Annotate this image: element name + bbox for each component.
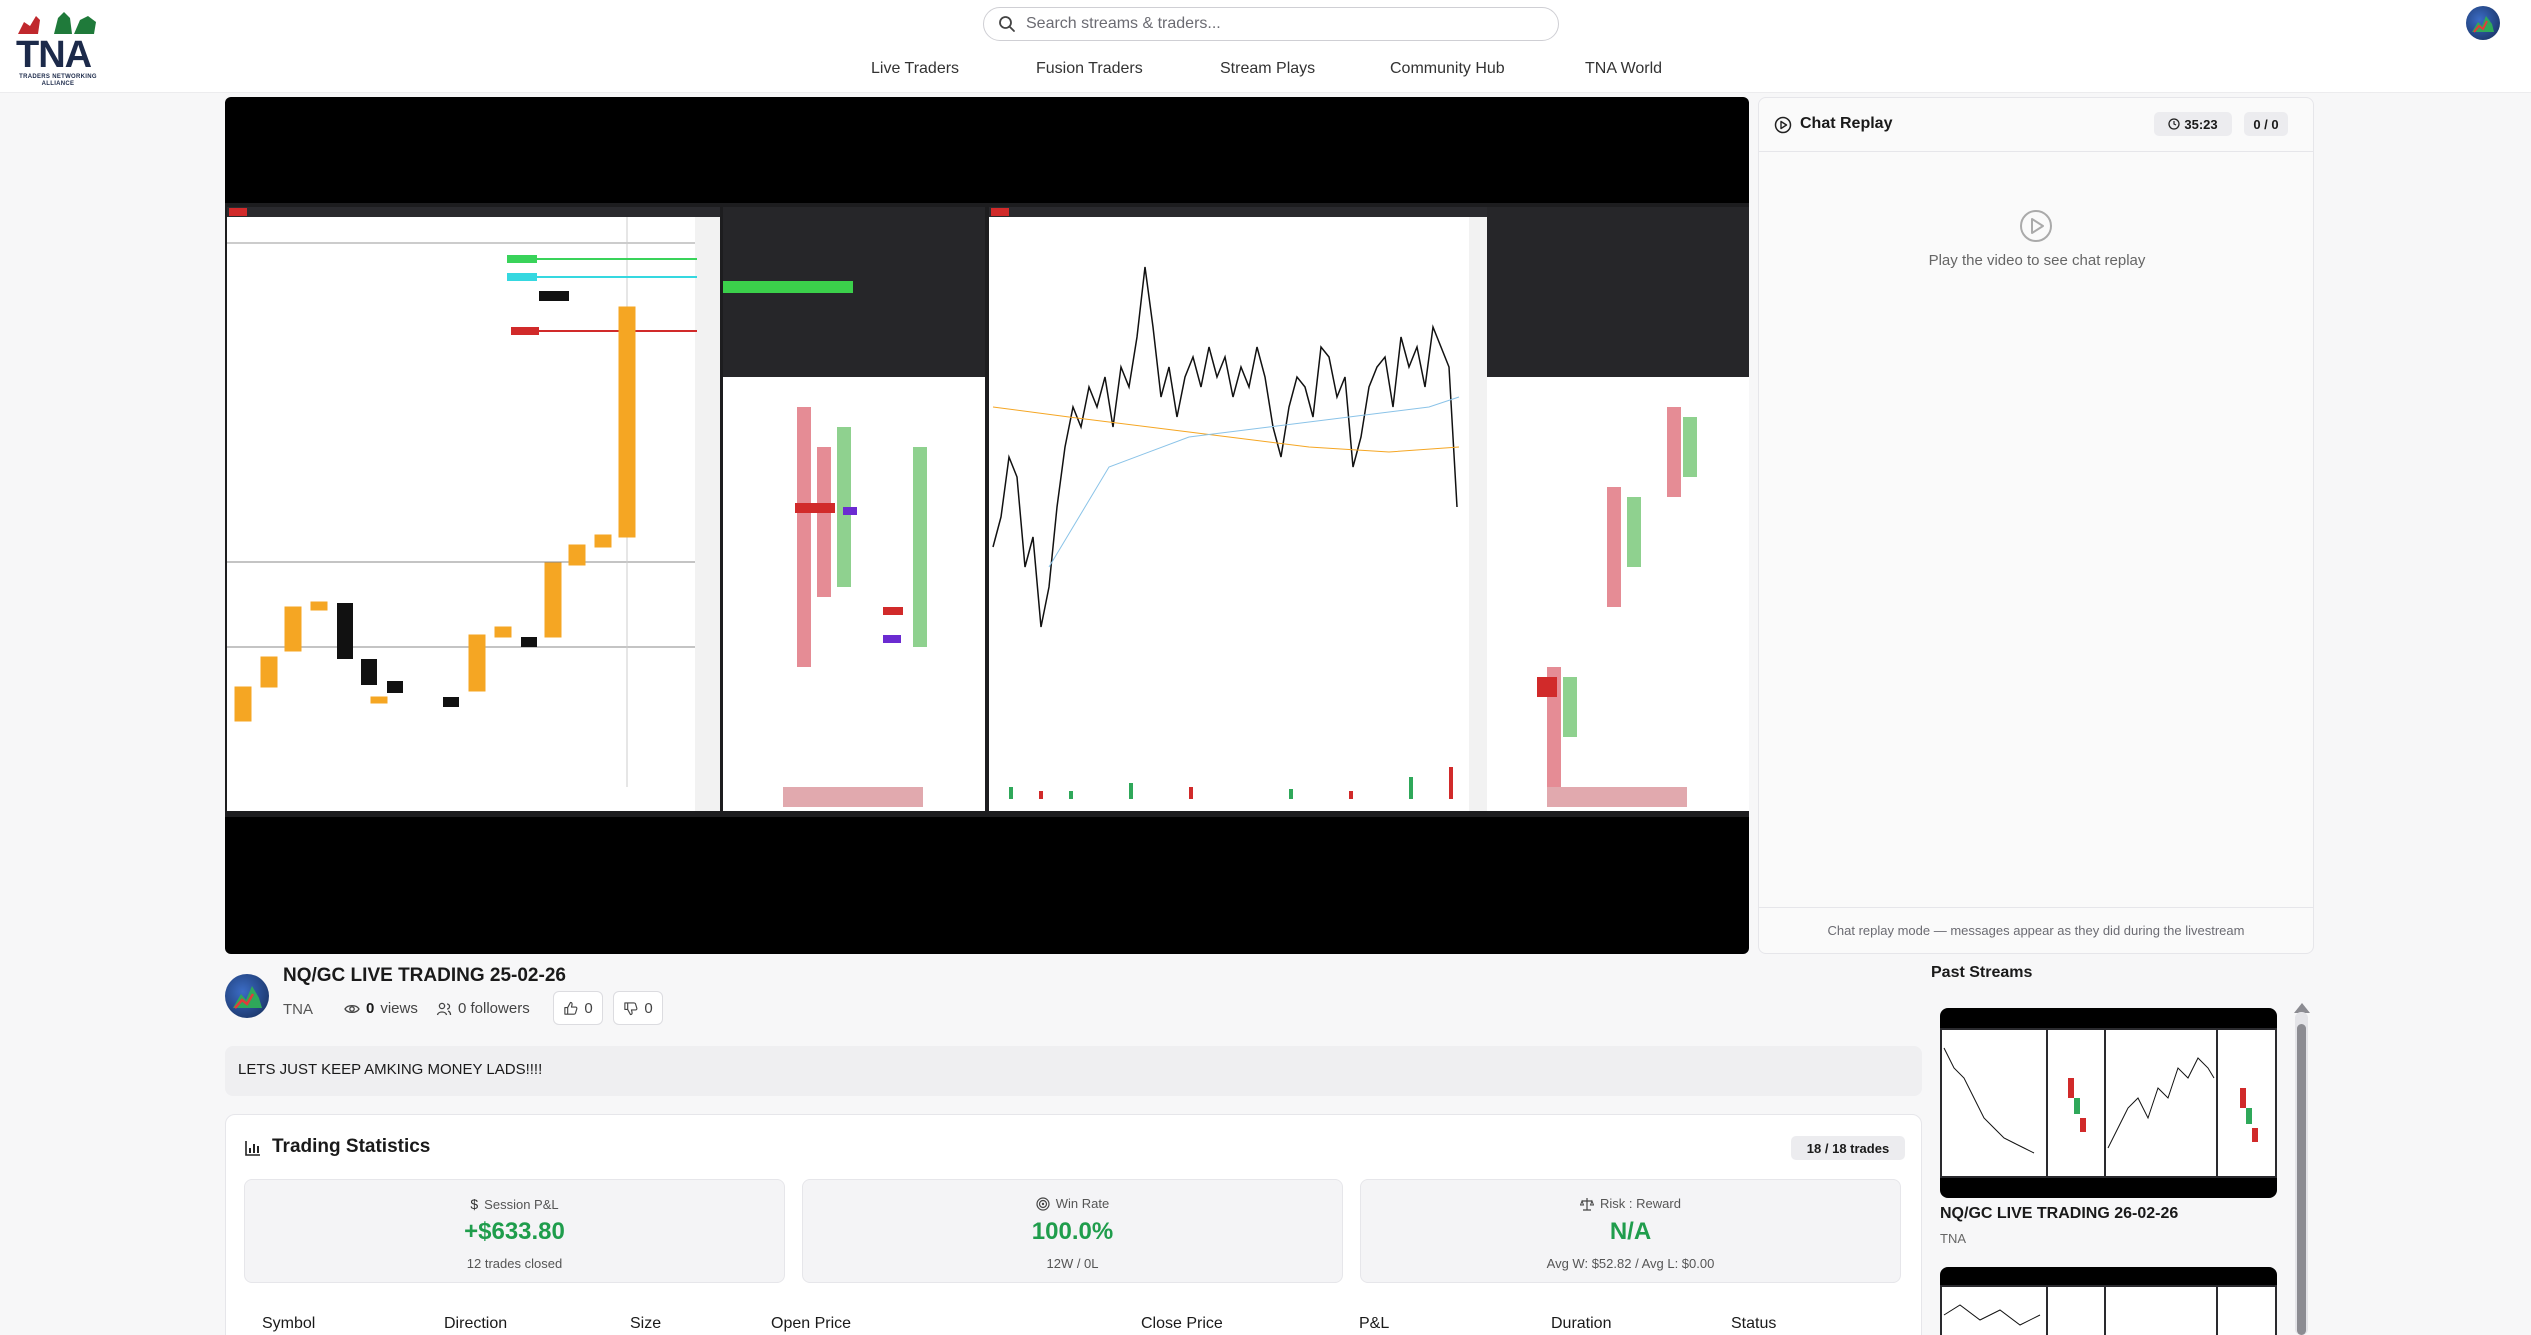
col-pnl[interactable]: P&L xyxy=(1359,1315,1389,1333)
chat-timer-badge: 35:23 xyxy=(2154,112,2232,136)
nav-community-hub[interactable]: Community Hub xyxy=(1390,60,1505,78)
session-pnl-value: +$633.80 xyxy=(464,1218,565,1245)
price-line-chart xyxy=(992,217,1493,811)
streamer-avatar[interactable] xyxy=(225,974,269,1018)
dislike-count: 0 xyxy=(644,999,653,1017)
play-circle-icon xyxy=(1774,116,1792,134)
search-input[interactable] xyxy=(1026,15,1526,33)
chat-footer-note: Chat replay mode — messages appear as th… xyxy=(1759,907,2313,953)
scrollbar-thumb[interactable] xyxy=(2297,1024,2306,1335)
session-pnl-card: $ Session P&L +$633.80 12 trades closed xyxy=(244,1179,785,1283)
scale-icon xyxy=(1580,1197,1595,1211)
past-stream-title[interactable]: NQ/GC LIVE TRADING 26-02-26 xyxy=(1940,1205,2178,1223)
line-chart-pane xyxy=(989,207,1493,811)
stream-description: LETS JUST KEEP AMKING MONEY LADS!!!! xyxy=(225,1046,1922,1096)
thumbs-up-icon xyxy=(564,1001,578,1015)
video-frame xyxy=(225,203,1749,817)
user-avatar[interactable] xyxy=(2466,6,2500,40)
dislike-button[interactable]: 0 xyxy=(613,991,663,1025)
nav-tna-world[interactable]: TNA World xyxy=(1585,60,1662,78)
chat-timer-value: 35:23 xyxy=(2184,116,2218,132)
dom-pane xyxy=(723,207,985,811)
past-streams-title: Past Streams xyxy=(1931,964,2033,981)
followers-count: 0 followers xyxy=(436,1000,530,1017)
candlestick-chart xyxy=(227,217,720,811)
thumbnail-chart-graphic-2 xyxy=(1942,1287,2275,1335)
dollar-icon: $ xyxy=(470,1196,479,1212)
stats-title: Trading Statistics xyxy=(272,1136,431,1157)
chat-empty-message: Play the video to see chat replay xyxy=(1928,252,2146,269)
risk-reward-value: N/A xyxy=(1609,1218,1652,1245)
thumbs-down-icon xyxy=(624,1001,638,1015)
nav-live-traders[interactable]: Live Traders xyxy=(871,60,959,78)
session-pnl-label: Session P&L xyxy=(484,1196,559,1212)
eye-icon xyxy=(344,1004,360,1013)
win-rate-label: Win Rate xyxy=(1055,1196,1110,1211)
past-stream-thumbnail-2[interactable] xyxy=(1940,1267,2277,1335)
risk-reward-card: Risk : Reward N/A Avg W: $52.82 / Avg L:… xyxy=(1360,1179,1901,1283)
chat-message-count: 0 / 0 xyxy=(2244,112,2288,136)
win-rate-sub: 12W / 0L xyxy=(1046,1256,1099,1271)
nav-stream-plays[interactable]: Stream Plays xyxy=(1220,60,1315,78)
target-icon xyxy=(1036,1196,1050,1211)
order-book-graphic-right xyxy=(1487,377,1749,811)
risk-reward-label: Risk : Reward xyxy=(1600,1196,1681,1211)
like-button[interactable]: 0 xyxy=(553,991,603,1025)
views-value: 0 xyxy=(366,1000,375,1017)
views-label: views xyxy=(380,1000,418,1017)
risk-reward-sub: Avg W: $52.82 / Avg L: $0.00 xyxy=(1546,1256,1715,1271)
win-rate-value: 100.0% xyxy=(1031,1218,1114,1245)
win-rate-card: Win Rate 100.0% 12W / 0L xyxy=(802,1179,1343,1283)
main-nav: Live Traders Fusion Traders Stream Plays… xyxy=(0,60,2531,80)
play-circle-large-icon[interactable] xyxy=(2018,208,2054,244)
past-stream-streamer: TNA xyxy=(1940,1231,1966,1246)
chat-title: Chat Replay xyxy=(1800,115,1893,132)
col-open-price[interactable]: Open Price xyxy=(771,1315,851,1333)
like-count: 0 xyxy=(584,999,593,1017)
chat-header: Chat Replay 35:23 0 / 0 xyxy=(1759,98,2313,152)
trading-statistics-panel: Trading Statistics 18 / 18 trades $ Sess… xyxy=(225,1114,1922,1335)
col-close-price[interactable]: Close Price xyxy=(1141,1315,1223,1333)
dom-pane-right xyxy=(1487,207,1749,811)
stream-title: NQ/GC LIVE TRADING 25-02-26 xyxy=(283,965,566,986)
clock-icon xyxy=(2168,118,2181,130)
chart-pane-left xyxy=(227,207,720,811)
session-pnl-sub: 12 trades closed xyxy=(466,1256,563,1271)
chat-replay-panel: Chat Replay 35:23 0 / 0 Play the video t… xyxy=(1758,97,2314,954)
avatar-logo-icon xyxy=(2472,16,2494,33)
order-book-graphic xyxy=(723,281,985,811)
thumbnail-chart-graphic xyxy=(1942,1030,2275,1176)
col-size[interactable]: Size xyxy=(630,1315,661,1333)
followers-label: 0 followers xyxy=(458,1000,530,1017)
bar-chart-icon xyxy=(245,1141,260,1156)
users-icon xyxy=(436,1002,452,1015)
past-stream-thumbnail[interactable] xyxy=(1940,1008,2277,1198)
col-status[interactable]: Status xyxy=(1731,1315,1776,1333)
nav-fusion-traders[interactable]: Fusion Traders xyxy=(1036,60,1143,78)
views-count: 0 views xyxy=(344,1000,418,1017)
search-icon xyxy=(999,16,1015,32)
col-duration[interactable]: Duration xyxy=(1551,1315,1611,1333)
search-bar[interactable] xyxy=(983,7,1559,41)
col-direction[interactable]: Direction xyxy=(444,1315,507,1333)
past-streams-scrollbar[interactable] xyxy=(2295,1012,2308,1335)
streamer-logo-icon xyxy=(233,986,262,1009)
streamer-name[interactable]: TNA xyxy=(283,1001,313,1018)
trades-badge: 18 / 18 trades xyxy=(1791,1136,1905,1160)
header: TNA TRADERS NETWORKING ALLIANCE Live Tra… xyxy=(0,0,2531,93)
video-player[interactable] xyxy=(225,97,1749,954)
col-symbol[interactable]: Symbol xyxy=(262,1315,315,1333)
